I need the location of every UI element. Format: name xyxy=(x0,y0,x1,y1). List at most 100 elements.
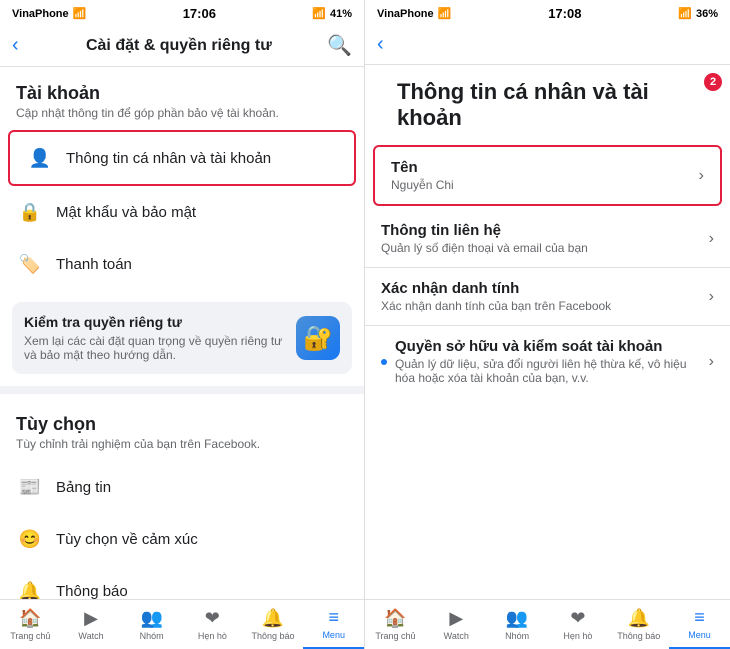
info-item-contact[interactable]: Thông tin liên hệ Quản lý số điện thoại … xyxy=(365,210,730,268)
nav-groups-left[interactable]: 👥 Nhóm xyxy=(121,600,182,649)
left-panel: VinaPhone 📶 17:06 📶 41% ‹ Cài đặt & quyề… xyxy=(0,0,365,649)
menu-icon-left: ≡ xyxy=(328,607,339,628)
groups-icon-left: 👥 xyxy=(140,608,162,629)
page-title-right: Thông tin cá nhân và tài khoản xyxy=(381,65,714,145)
watch-icon-right: ▶ xyxy=(449,608,463,629)
notif-icon-left: 🔔 xyxy=(262,608,284,629)
info-item-contact-content: Thông tin liên hệ Quản lý số điện thoại … xyxy=(381,222,709,255)
menu-item-news[interactable]: 📰 Bảng tin xyxy=(0,461,364,513)
home-icon-left: 🏠 xyxy=(19,608,41,629)
nav-home-left[interactable]: 🏠 Trang chủ xyxy=(0,600,61,649)
payment-icon: 🏷️ xyxy=(16,250,44,278)
wifi-icon-right: 📶 xyxy=(438,7,452,20)
info-item-contact-subtitle: Quản lý số điện thoại và email của bạn xyxy=(381,241,709,255)
watch-icon-left: ▶ xyxy=(84,608,98,629)
status-left-right: VinaPhone 📶 xyxy=(377,7,451,20)
nav-watch-label-right: Watch xyxy=(444,631,469,641)
person-icon: 👤 xyxy=(26,144,54,172)
privacy-card-text: Kiểm tra quyền riêng tư Xem lại các cài … xyxy=(24,314,284,362)
info-item-identity[interactable]: Xác nhận danh tính Xác nhận danh tính củ… xyxy=(365,268,730,326)
menu-item-label-personal: Thông tin cá nhân và tài khoản xyxy=(66,150,271,167)
news-icon: 📰 xyxy=(16,473,44,501)
menu-item-label-news: Bảng tin xyxy=(56,479,111,496)
bottom-nav-left: 🏠 Trang chủ ▶ Watch 👥 Nhóm ❤ Hẹn hò 🔔 Th… xyxy=(0,599,364,649)
nav-home-label-right: Trang chủ xyxy=(375,631,415,641)
menu-icon-right: ≡ xyxy=(694,607,705,628)
search-button-left[interactable]: 🔍 xyxy=(327,33,352,58)
chevron-icon-name: › xyxy=(699,167,704,185)
lock-icon: 🔒 xyxy=(16,198,44,226)
menu-item-notification[interactable]: 🔔 Thông báo xyxy=(0,565,364,599)
badge-2: 2 xyxy=(704,73,722,91)
status-bar-left: VinaPhone 📶 17:06 📶 41% xyxy=(0,0,364,25)
menu-item-payment[interactable]: 🏷️ Thanh toán xyxy=(0,238,364,290)
notif-icon-right: 🔔 xyxy=(628,608,650,629)
nav-dating-right[interactable]: ❤ Hẹn hò xyxy=(547,600,608,649)
menu-item-personal-info[interactable]: 👤 Thông tin cá nhân và tài khoản xyxy=(8,130,356,186)
nav-groups-label-right: Nhóm xyxy=(505,631,529,641)
carrier-left: VinaPhone xyxy=(12,8,69,20)
menu-item-emotion[interactable]: 😊 Tùy chọn về cảm xúc xyxy=(0,513,364,565)
bottom-nav-right: 🏠 Trang chủ ▶ Watch 👥 Nhóm ❤ Hẹn hò 🔔 Th… xyxy=(365,599,730,649)
privacy-card[interactable]: Kiểm tra quyền riêng tư Xem lại các cài … xyxy=(12,302,352,374)
nav-dating-label-left: Hẹn hò xyxy=(198,631,227,641)
nav-bar-left: ‹ Cài đặt & quyền riêng tư 🔍 xyxy=(0,25,364,67)
status-left: VinaPhone 📶 xyxy=(12,7,86,20)
info-item-ownership-content: Quyền sở hữu và kiểm soát tài khoản Quản… xyxy=(395,338,709,385)
nav-notification-right[interactable]: 🔔 Thông báo xyxy=(608,600,669,649)
info-item-ownership[interactable]: Quyền sở hữu và kiểm soát tài khoản Quản… xyxy=(365,326,730,397)
custom-section-subtitle: Tùy chỉnh trải nghiệm của bạn trên Faceb… xyxy=(0,437,364,461)
privacy-card-desc: Xem lại các cài đặt quan trọng về quyền … xyxy=(24,334,284,362)
nav-notif-label-right: Thông báo xyxy=(617,631,660,641)
chevron-icon-ownership: › xyxy=(709,353,714,371)
menu-item-label-emotion: Tùy chọn về cảm xúc xyxy=(56,531,198,548)
home-icon-right: 🏠 xyxy=(384,608,406,629)
groups-icon-right: 👥 xyxy=(506,608,528,629)
nav-home-right[interactable]: 🏠 Trang chủ xyxy=(365,600,426,649)
dating-icon-right: ❤ xyxy=(570,608,585,629)
privacy-card-title: Kiểm tra quyền riêng tư xyxy=(24,314,284,330)
privacy-lock-icon: 🔐 xyxy=(296,316,340,360)
bell-icon: 🔔 xyxy=(16,577,44,599)
time-right: 17:08 xyxy=(548,6,581,21)
status-bar-right: VinaPhone 📶 17:08 📶 36% xyxy=(365,0,730,25)
info-item-name-title: Tên xyxy=(391,159,699,176)
info-item-name-content: Tên Nguyễn Chi xyxy=(391,159,699,192)
right-panel: VinaPhone 📶 17:08 📶 36% ‹ Thông tin cá n… xyxy=(365,0,730,649)
menu-item-password[interactable]: 🔒 Mật khẩu và bảo mật xyxy=(0,186,364,238)
nav-notification-left[interactable]: 🔔 Thông báo xyxy=(243,600,304,649)
nav-watch-left[interactable]: ▶ Watch xyxy=(61,600,122,649)
nav-home-label-left: Trang chủ xyxy=(10,631,50,641)
menu-item-label-notification: Thông báo xyxy=(56,583,128,600)
battery-left: 41% xyxy=(330,8,352,20)
nav-groups-right[interactable]: 👥 Nhóm xyxy=(487,600,548,649)
menu-item-label-payment: Thanh toán xyxy=(56,256,132,273)
nav-dating-left[interactable]: ❤ Hẹn hò xyxy=(182,600,243,649)
chevron-icon-identity: › xyxy=(709,288,714,306)
battery-icon-right: 📶 xyxy=(678,7,692,20)
menu-item-label-password: Mật khẩu và bảo mật xyxy=(56,204,196,221)
chevron-icon-contact: › xyxy=(709,230,714,248)
status-right-right: 📶 36% xyxy=(678,7,718,20)
info-item-contact-title: Thông tin liên hệ xyxy=(381,222,709,239)
scroll-content-right: Tên Nguyễn Chi › Thông tin liên hệ Quản … xyxy=(365,145,730,599)
wifi-icon: 📶 xyxy=(73,7,87,20)
info-item-identity-title: Xác nhận danh tính xyxy=(381,280,709,297)
info-item-ownership-subtitle: Quản lý dữ liệu, sửa đổi người liên hệ t… xyxy=(395,357,709,385)
account-section-subtitle: Cập nhật thông tin để góp phần bảo vệ tà… xyxy=(0,106,364,130)
battery-right: 36% xyxy=(696,8,718,20)
info-item-identity-subtitle: Xác nhận danh tính của bạn trên Facebook xyxy=(381,299,709,313)
custom-section-title: Tùy chọn xyxy=(0,398,364,437)
time-left: 17:06 xyxy=(183,6,216,21)
status-right-left: 📶 41% xyxy=(312,7,352,20)
info-item-name-subtitle: Nguyễn Chi xyxy=(391,178,699,192)
back-button-right[interactable]: ‹ xyxy=(377,33,384,56)
info-item-ownership-title: Quyền sở hữu và kiểm soát tài khoản xyxy=(395,338,709,355)
nav-watch-right[interactable]: ▶ Watch xyxy=(426,600,487,649)
back-button-left[interactable]: ‹ xyxy=(12,34,19,57)
nav-menu-left[interactable]: ≡ Menu xyxy=(303,600,364,649)
info-item-name[interactable]: Tên Nguyễn Chi › xyxy=(375,147,720,204)
ownership-dot xyxy=(381,359,387,365)
nav-menu-right[interactable]: ≡ Menu xyxy=(669,600,730,649)
nav-watch-label-left: Watch xyxy=(78,631,103,641)
